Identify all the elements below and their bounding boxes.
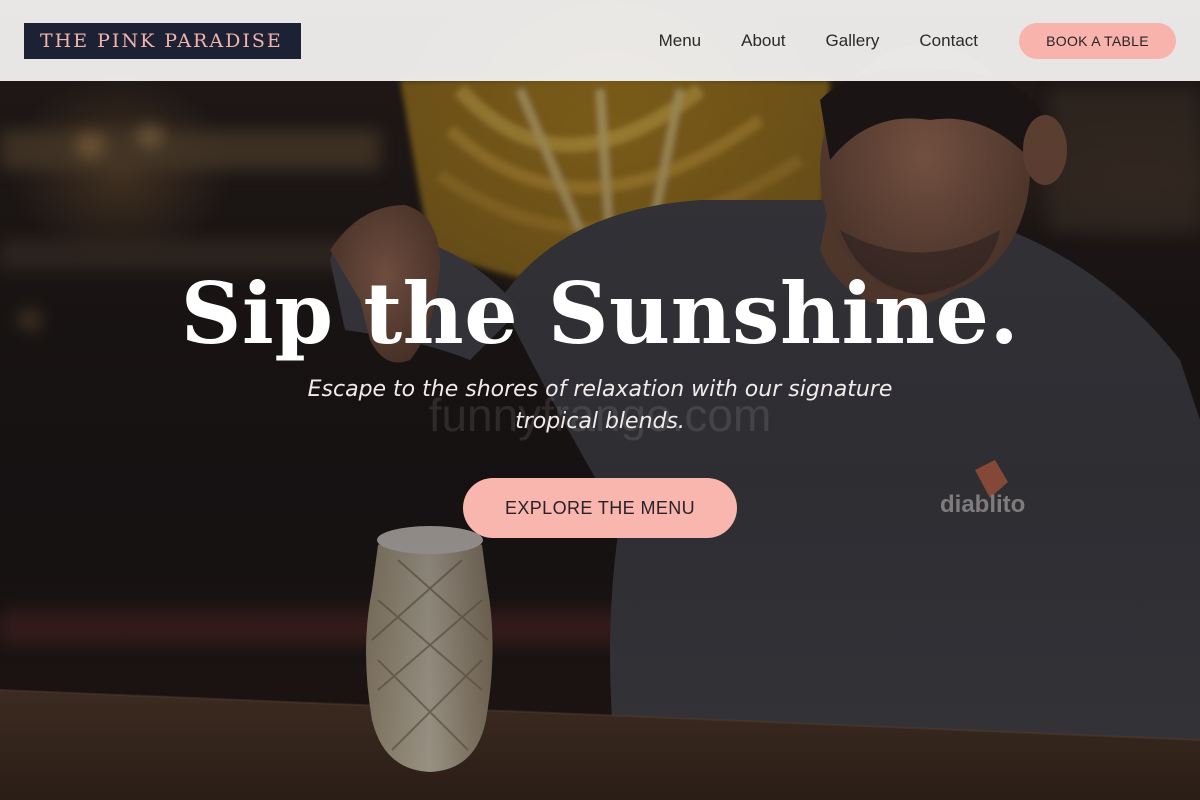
explore-menu-button[interactable]: EXPLORE THE MENU xyxy=(463,478,737,538)
hero-content: Sip the Sunshine. Escape to the shores o… xyxy=(0,258,1200,438)
hero-headline: Sip the Sunshine. xyxy=(180,264,1020,363)
brand-logo[interactable]: THE PINK PARADISE xyxy=(24,22,301,59)
nav-link-gallery[interactable]: Gallery xyxy=(826,31,880,51)
top-navbar: THE PINK PARADISE Menu About Gallery Con… xyxy=(0,0,1200,81)
nav-link-contact[interactable]: Contact xyxy=(919,31,978,51)
nav-link-menu[interactable]: Menu xyxy=(659,31,702,51)
main-nav: Menu About Gallery Contact BOOK A TABLE xyxy=(659,22,1176,59)
hero-subheadline: Escape to the shores of relaxation with … xyxy=(307,377,893,434)
nav-link-about[interactable]: About xyxy=(741,31,785,51)
book-a-table-button[interactable]: BOOK A TABLE xyxy=(1019,22,1176,59)
